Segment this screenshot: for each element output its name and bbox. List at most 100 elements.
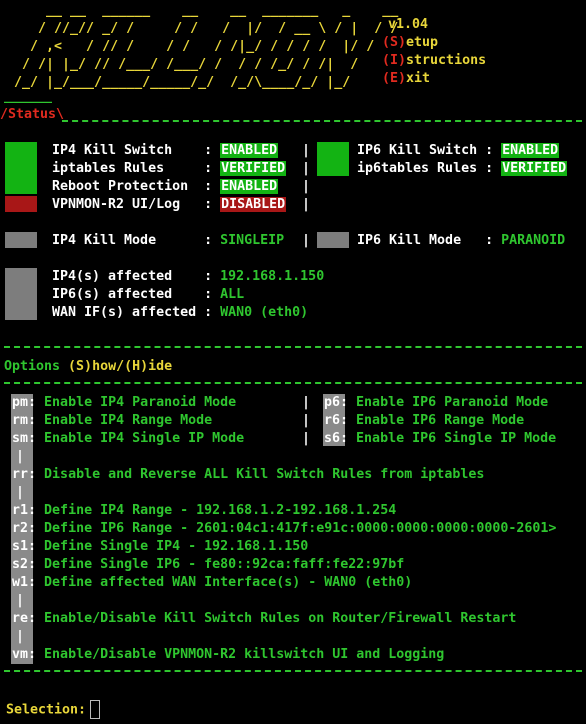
option-label: Disable and Reverse ALL Kill Switch Rule… <box>44 467 485 482</box>
status-header-label: /Status\ <box>0 107 65 122</box>
ip6-mode-value: PARANOID <box>501 233 566 248</box>
divider-line <box>4 346 582 350</box>
ip4-affected-value: 192.168.1.150 <box>220 269 325 284</box>
selection-label: Selection: <box>6 702 87 718</box>
ip4-mode-value: SINGLEIP <box>220 233 285 248</box>
column-divider: | <box>302 233 311 248</box>
option-label: Define Single IP4 - 192.168.1.150 <box>44 539 309 554</box>
option-r1[interactable]: r1: Define IP4 Range - 192.168.1.2-192.1… <box>12 502 396 520</box>
column-divider: | <box>302 143 311 158</box>
option-label: Enable IP6 Paranoid Mode <box>356 395 549 410</box>
option-key: rr <box>12 467 29 482</box>
exit-key: (E) <box>382 71 407 86</box>
key-column-pipe: | <box>16 629 25 644</box>
option-label: Define affected WAN Interface(s) - WAN0 … <box>44 575 413 590</box>
options-show-hide: (S)how/(H)ide <box>68 359 173 374</box>
status-header: /Status\ <box>0 106 64 124</box>
ip4-killswitch-label: IP4 Kill Switch : <box>52 143 213 158</box>
key-column-pipe: | <box>16 449 25 464</box>
options-prefix: Options <box>4 359 69 374</box>
ip6-affected-label: IP6(s) affected : <box>52 287 213 302</box>
instructions-key: (I) <box>382 53 407 68</box>
column-divider: | <box>302 431 311 446</box>
menu-instructions[interactable]: (I)structions <box>382 52 486 70</box>
key-column-pipe: | <box>16 485 25 500</box>
ip6tables-rules-value: VERIFIED <box>501 161 568 176</box>
option-pm[interactable]: pm: Enable IP4 Paranoid Mode <box>12 394 236 412</box>
option-label: Define IP4 Range - 192.168.1.2-192.168.1… <box>44 503 397 518</box>
option-label: Enable/Disable VPNMON-R2 killswitch UI a… <box>44 647 445 662</box>
reboot-protection-label: Reboot Protection : <box>52 179 213 194</box>
option-label: Enable IP4 Single IP Mode <box>44 431 245 446</box>
ip6-killswitch-value: ENABLED <box>501 143 560 158</box>
option-label: Enable IP6 Range Mode <box>356 413 525 428</box>
option-rm[interactable]: rm: Enable IP4 Range Mode <box>12 412 212 430</box>
column-divider: | <box>302 395 311 410</box>
option-p6[interactable]: p6: Enable IP6 Paranoid Mode <box>324 394 548 412</box>
option-re[interactable]: re: Enable/Disable Kill Switch Rules on … <box>12 610 516 628</box>
option-r6[interactable]: r6: Enable IP6 Range Mode <box>324 412 524 430</box>
setup-key: (S) <box>382 35 407 50</box>
option-key: s2 <box>12 557 29 572</box>
option-key: re <box>12 611 29 626</box>
option-label: Enable IP4 Paranoid Mode <box>44 395 237 410</box>
wan-affected-label: WAN IF(s) affected : <box>52 305 213 320</box>
status-indicator-green-ip6 <box>317 142 349 176</box>
option-key: rm <box>12 413 29 428</box>
logo-ascii-art: __ __ ______ __ __ _______ _ __ / //_// … <box>14 3 399 90</box>
status-left-row: Reboot Protection : ENABLED <box>52 178 279 196</box>
ip6-mode-row: IP6 Kill Mode : PARANOID <box>357 232 565 250</box>
option-s1[interactable]: s1: Define Single IP4 - 192.168.1.150 <box>12 538 308 556</box>
menu-exit[interactable]: (E)xit <box>382 70 430 88</box>
instructions-label: structions <box>406 53 487 68</box>
option-key: vm <box>12 647 29 662</box>
ip6-mode-indicator <box>317 232 349 248</box>
option-key: pm <box>12 395 29 410</box>
option-r2[interactable]: r2: Define IP6 Range - 2601:04c1:417f:e9… <box>12 520 556 538</box>
reboot-protection-value: ENABLED <box>220 179 279 194</box>
option-key: s6 <box>324 431 341 446</box>
setup-label: etup <box>406 35 439 50</box>
ip4-mode-row: IP4 Kill Mode : SINGLEIP <box>52 232 284 250</box>
option-sm[interactable]: sm: Enable IP4 Single IP Mode <box>12 430 244 448</box>
option-s2[interactable]: s2: Define Single IP6 - fe80::92ca:faff:… <box>12 556 404 574</box>
column-divider: | <box>302 161 311 176</box>
column-divider: | <box>302 197 311 212</box>
option-rr[interactable]: rr: Disable and Reverse ALL Kill Switch … <box>12 466 484 484</box>
status-left-row: IP4 Kill Switch : ENABLED <box>52 142 279 160</box>
column-divider: | <box>302 413 311 428</box>
status-header-line <box>62 120 582 122</box>
option-label: Define IP6 Range - 2601:04c1:417f:e91c:0… <box>44 521 557 536</box>
option-key: r1 <box>12 503 29 518</box>
affected-row: IP4(s) affected : 192.168.1.150 <box>52 268 324 286</box>
status-left-row: VPNMON-R2 UI/Log : DISABLED <box>52 196 287 214</box>
divider-line <box>4 670 582 674</box>
option-label: Define Single IP6 - fe80::92ca:faff:fe22… <box>44 557 405 572</box>
iptables-rules-value: VERIFIED <box>220 161 287 176</box>
key-column-pipe: | <box>16 593 25 608</box>
ip4-killswitch-value: ENABLED <box>220 143 279 158</box>
status-right-row: IP6 Kill Switch : ENABLED <box>357 142 560 160</box>
option-s6[interactable]: s6: Enable IP6 Single IP Mode <box>324 430 556 448</box>
option-key: s1 <box>12 539 29 554</box>
option-key: r6 <box>324 413 341 428</box>
menu-setup[interactable]: (S)etup <box>382 34 438 52</box>
option-key: r2 <box>12 521 29 536</box>
affected-row: WAN IF(s) affected : WAN0 (eth0) <box>52 304 308 322</box>
option-key: w1 <box>12 575 29 590</box>
status-left-row: iptables Rules : VERIFIED <box>52 160 287 178</box>
divider-line <box>4 382 582 386</box>
option-w1[interactable]: w1: Define affected WAN Interface(s) - W… <box>12 574 412 592</box>
wan-affected-value: WAN0 (eth0) <box>220 305 309 320</box>
vpnmon-ui-value: DISABLED <box>220 197 287 212</box>
options-header[interactable]: Options (S)how/(H)ide <box>4 358 172 376</box>
selection-prompt: Selection: <box>6 700 101 719</box>
option-key: p6 <box>324 395 341 410</box>
exit-label: xit <box>406 71 431 86</box>
selection-input[interactable] <box>90 700 101 719</box>
option-vm[interactable]: vm: Enable/Disable VPNMON-R2 killswitch … <box>12 646 444 664</box>
option-label: Enable/Disable Kill Switch Rules on Rout… <box>44 611 517 626</box>
status-indicator-red <box>5 196 37 212</box>
iptables-rules-label: iptables Rules : <box>52 161 213 176</box>
ip6-mode-label: IP6 Kill Mode : <box>357 233 494 248</box>
